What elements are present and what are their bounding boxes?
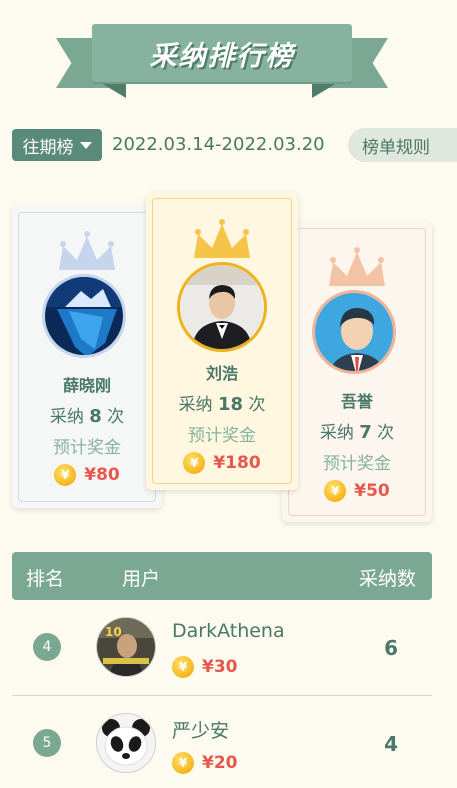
game-poster-avatar-icon: 10 <box>97 618 155 676</box>
ribbon-right-fold <box>312 80 342 98</box>
avatar[interactable]: 10 <box>96 617 156 677</box>
user-name[interactable]: DarkAthena <box>172 620 285 642</box>
crown-gold-icon <box>194 219 250 258</box>
avatar-third[interactable] <box>312 290 396 374</box>
rank-badge: 5 <box>33 729 61 757</box>
header-count: 采纳数 <box>358 568 416 590</box>
avatar-second[interactable] <box>42 274 126 358</box>
user-prize: ¥20 <box>202 753 238 773</box>
adopt-count: 4 <box>384 732 398 756</box>
date-range-text: 2022.03.14-2022.03.20 <box>112 134 325 155</box>
table-row[interactable]: 4 10 DarkAthena ¥ ¥30 6 <box>12 600 432 692</box>
coin-icon: ¥ <box>172 656 194 678</box>
man-in-suit-avatar-icon <box>180 265 264 349</box>
header-user: 用户 <box>122 568 161 590</box>
third-name: 吾誉 <box>340 392 373 411</box>
panda-avatar-icon <box>97 714 155 772</box>
rank-badge: 4 <box>33 633 61 661</box>
second-adopt-count: 采纳 8 次 <box>49 406 125 427</box>
second-prize: ¥80 <box>84 465 120 485</box>
adopt-count: 6 <box>384 636 398 660</box>
coin-icon: ¥ <box>54 464 77 486</box>
rules-label: 榜单规则 <box>362 137 430 158</box>
first-name: 刘浩 <box>205 364 238 383</box>
ranking-table-header: 排名 用户 采纳数 <box>12 552 432 600</box>
coin-icon: ¥ <box>183 452 206 474</box>
page-title: 采纳排行榜 <box>149 40 295 72</box>
crown-bronze-icon <box>329 247 385 286</box>
second-name: 薛晓刚 <box>62 376 111 395</box>
podium-card-third: 吾誉 采纳 7 次 预计奖金 ¥ ¥50 <box>282 222 432 522</box>
past-period-dropdown[interactable]: 往期榜 <box>12 129 102 161</box>
second-bonus-label: 预计奖金 <box>53 438 121 458</box>
coin-icon: ¥ <box>324 480 347 502</box>
first-bonus-label: 预计奖金 <box>188 426 256 446</box>
first-avatar-frame <box>177 219 267 352</box>
past-period-label: 往期榜 <box>22 137 74 158</box>
podium-card-second: 薛晓刚 采纳 8 次 预计奖金 ¥ ¥80 <box>12 206 162 508</box>
crown-silver-icon <box>59 231 115 270</box>
user-prize: ¥30 <box>202 657 238 677</box>
caret-down-icon <box>79 141 92 149</box>
avatar-first[interactable] <box>177 262 267 352</box>
ribbon-left-fold <box>96 80 126 98</box>
ribbon-body: 采纳排行榜 <box>92 24 352 82</box>
third-bonus-label: 预计奖金 <box>323 454 391 474</box>
first-prize: ¥180 <box>213 453 261 473</box>
svg-text:10: 10 <box>105 625 122 639</box>
third-adopt-count: 采纳 7 次 <box>319 422 395 443</box>
user-name[interactable]: 严少安 <box>172 716 229 743</box>
iceberg-avatar-icon <box>45 277 123 355</box>
second-avatar-frame <box>42 231 132 364</box>
podium-card-first: 刘浩 采纳 18 次 预计奖金 ¥ ¥180 <box>146 192 298 490</box>
rules-button[interactable]: 榜单规则 <box>348 128 457 162</box>
table-row[interactable]: 5 严少安 ¥ ¥20 4 <box>12 696 432 788</box>
avatar[interactable] <box>96 713 156 773</box>
third-prize: ¥50 <box>354 481 390 501</box>
first-adopt-count: 采纳 18 次 <box>178 394 266 415</box>
third-avatar-frame <box>312 247 402 380</box>
coin-icon: ¥ <box>172 752 194 774</box>
cartoon-man-avatar-icon <box>315 293 393 371</box>
header-rank: 排名 <box>26 568 65 590</box>
